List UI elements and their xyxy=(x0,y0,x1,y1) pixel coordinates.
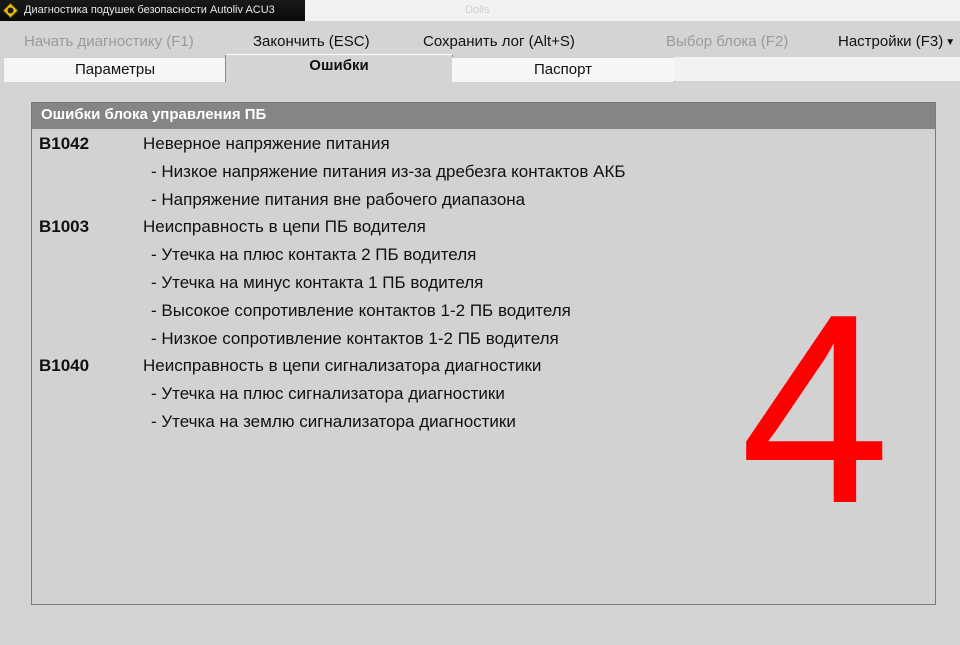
menu-start-diagnostics[interactable]: Начать диагностику (F1) xyxy=(24,33,194,50)
error-code: B1003 xyxy=(39,217,90,236)
error-description: Неисправность в цепи сигнализатора диагн… xyxy=(143,356,542,375)
tab-bar-filler xyxy=(674,57,960,81)
tab-passport[interactable]: Паспорт xyxy=(452,57,675,82)
menu-select-block[interactable]: Выбор блока (F2) xyxy=(666,33,788,50)
window-title: Диагностика подушек безопасности Autoliv… xyxy=(24,4,275,16)
error-description: Неисправность в цепи ПБ водителя xyxy=(143,217,426,236)
menu-settings-label: Настройки (F3) xyxy=(838,33,944,50)
error-detail-text: - Утечка на плюс сигнализатора диагности… xyxy=(151,384,505,403)
title-bar: Диагностика подушек безопасности Autoliv… xyxy=(0,0,960,21)
background-window-text: Dolls xyxy=(465,4,490,16)
error-code: B1040 xyxy=(39,356,90,375)
tab-errors[interactable]: Ошибки xyxy=(225,54,453,82)
error-detail-text: - Низкое напряжение питания из-за дребез… xyxy=(151,162,626,181)
chevron-down-icon: ▼ xyxy=(945,37,956,48)
overlay-number-annotation: 4 xyxy=(740,259,891,560)
menu-save-log[interactable]: Сохранить лог (Alt+S) xyxy=(423,33,575,50)
tab-bar: Параметры Ошибки Паспорт xyxy=(0,54,960,82)
error-detail-text: - Низкое сопротивление контактов 1-2 ПБ … xyxy=(151,329,559,348)
error-detail-text: - Напряжение питания вне рабочего диапаз… xyxy=(151,190,526,209)
panel-header: Ошибки блока управления ПБ xyxy=(32,103,935,129)
app-icon xyxy=(2,2,19,19)
error-detail-text: - Утечка на плюс контакта 2 ПБ водителя xyxy=(151,245,477,264)
error-description: Неверное напряжение питания xyxy=(143,134,390,153)
error-code: B1042 xyxy=(39,134,90,153)
error-detail-text: - Высокое сопротивление контактов 1-2 ПБ… xyxy=(151,301,571,320)
error-detail-text: - Утечка на землю сигнализатора диагност… xyxy=(151,412,516,431)
menu-bar: Начать диагностику (F1) Закончить (ESC) … xyxy=(0,29,960,57)
tab-parameters[interactable]: Параметры xyxy=(3,57,227,82)
background-window-strip: Dolls xyxy=(305,0,960,21)
error-detail-text: - Утечка на минус контакта 1 ПБ водителя xyxy=(151,273,484,292)
menu-finish[interactable]: Закончить (ESC) xyxy=(253,33,370,50)
menu-settings[interactable]: Настройки (F3) ▼ xyxy=(838,33,955,50)
